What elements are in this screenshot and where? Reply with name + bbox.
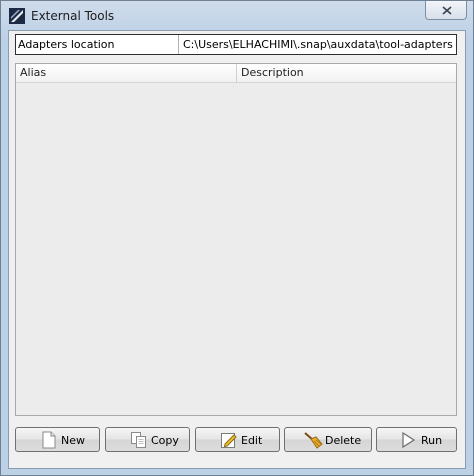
window-title: External Tools [31,9,115,23]
copy-button[interactable]: Copy [105,427,190,452]
edit-button-label: Edit [241,434,263,447]
adapters-location-value[interactable]: C:\Users\ELHACHIMI\.snap\auxdata\tool-ad… [180,35,456,54]
tools-table[interactable]: Alias Description [15,63,457,416]
adapters-location-row: Adapters location C:\Users\ELHACHIMI\.sn… [15,34,457,55]
broom-icon [303,431,323,449]
snap-app-icon [9,8,25,24]
edit-button[interactable]: Edit [195,427,280,452]
close-icon [442,6,452,15]
title-bar[interactable]: External Tools [1,1,473,31]
adapters-location-label: Adapters location [16,35,179,54]
new-document-icon [40,431,58,449]
play-icon [399,431,417,449]
delete-button[interactable]: Delete [284,427,372,452]
edit-icon [220,431,238,449]
column-header-alias[interactable]: Alias [16,64,237,82]
column-header-description[interactable]: Description [237,64,456,82]
new-button[interactable]: New [15,427,100,452]
run-button-label: Run [421,434,443,447]
delete-button-label: Delete [325,434,362,447]
close-button[interactable] [425,1,467,20]
external-tools-window: External Tools Adapters location C:\User… [0,0,474,476]
table-body[interactable] [16,83,456,415]
table-header: Alias Description [16,64,456,83]
dialog-content: Adapters location C:\Users\ELHACHIMI\.sn… [8,30,466,469]
run-button[interactable]: Run [376,427,457,452]
button-row: New Copy Edit Delete Run [15,427,457,453]
new-button-label: New [61,434,85,447]
copy-icon [130,431,148,449]
copy-button-label: Copy [151,434,179,447]
